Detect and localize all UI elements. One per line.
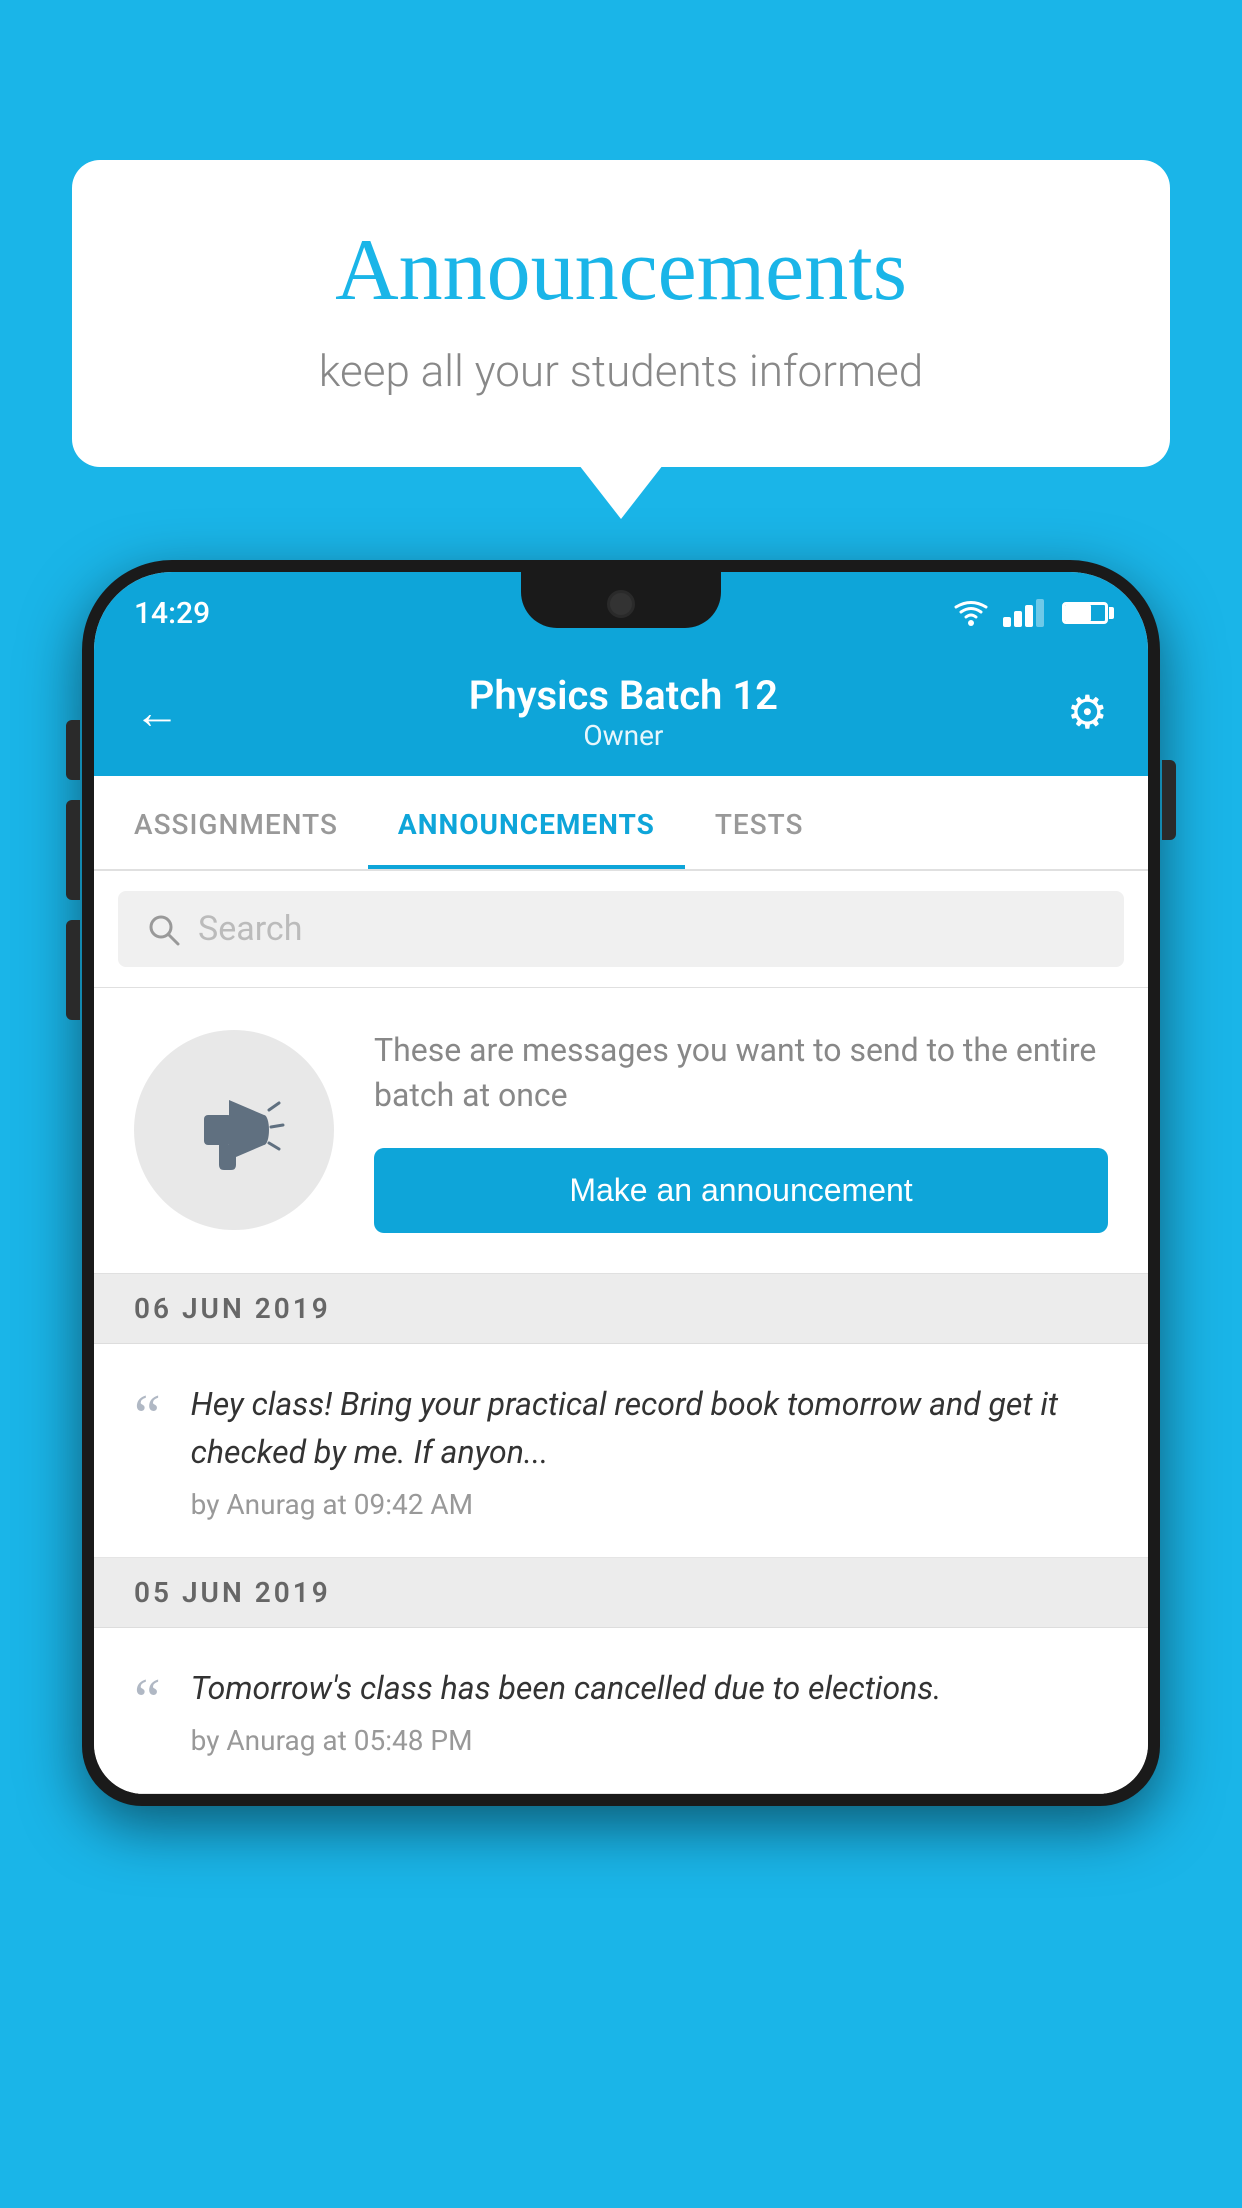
date-separator-1: 05 JUN 2019	[94, 1558, 1148, 1628]
phone-mockup: 14:29	[82, 560, 1160, 2208]
tab-bar: ASSIGNMENTS ANNOUNCEMENTS TESTS	[94, 776, 1148, 871]
search-placeholder: Search	[198, 909, 302, 949]
announcement-text-0: Hey class! Bring your practical record b…	[191, 1380, 1108, 1476]
battery-icon	[1062, 602, 1108, 624]
speech-bubble-container: Announcements keep all your students inf…	[72, 160, 1170, 467]
gear-icon[interactable]: ⚙	[1067, 685, 1108, 740]
empty-state-content: These are messages you want to send to t…	[374, 1028, 1108, 1233]
announcement-content-0: Hey class! Bring your practical record b…	[191, 1380, 1108, 1521]
search-icon	[146, 912, 180, 946]
speech-bubble: Announcements keep all your students inf…	[72, 160, 1170, 467]
announcement-item-1[interactable]: “ Tomorrow's class has been cancelled du…	[94, 1628, 1148, 1794]
empty-state-description: These are messages you want to send to t…	[374, 1028, 1108, 1118]
empty-state: These are messages you want to send to t…	[94, 988, 1148, 1274]
tab-tests[interactable]: TESTS	[685, 776, 834, 869]
announcement-meta-0: by Anurag at 09:42 AM	[191, 1488, 1108, 1521]
status-icons	[953, 599, 1108, 627]
speech-bubble-subtitle: keep all your students informed	[152, 345, 1090, 397]
date-separator-0: 06 JUN 2019	[94, 1274, 1148, 1344]
phone-camera	[607, 590, 635, 618]
wifi-icon	[953, 600, 989, 626]
empty-icon-circle	[134, 1030, 334, 1230]
phone-notch	[521, 572, 721, 628]
announcement-item-0[interactable]: “ Hey class! Bring your practical record…	[94, 1344, 1148, 1558]
megaphone-icon	[179, 1075, 289, 1185]
search-container: Search	[94, 871, 1148, 988]
make-announcement-button[interactable]: Make an announcement	[374, 1148, 1108, 1233]
volume-down-button	[66, 920, 80, 1020]
header-subtitle: Owner	[469, 719, 778, 752]
mute-button	[66, 720, 80, 780]
announcement-meta-1: by Anurag at 05:48 PM	[191, 1724, 1108, 1757]
phone-screen: 14:29	[94, 572, 1148, 1794]
status-time: 14:29	[134, 596, 210, 631]
app-header: ← Physics Batch 12 Owner ⚙	[94, 644, 1148, 776]
announcement-text-1: Tomorrow's class has been cancelled due …	[191, 1664, 1108, 1712]
signal-icon	[1003, 599, 1044, 627]
phone-outer: 14:29	[82, 560, 1160, 1806]
power-button	[1162, 760, 1176, 840]
announcement-content-1: Tomorrow's class has been cancelled due …	[191, 1664, 1108, 1757]
quote-icon-1: “	[134, 1670, 161, 1730]
speech-bubble-title: Announcements	[152, 220, 1090, 321]
tab-assignments[interactable]: ASSIGNMENTS	[104, 776, 368, 869]
volume-up-button	[66, 800, 80, 900]
search-bar[interactable]: Search	[118, 891, 1124, 967]
header-title: Physics Batch 12	[469, 672, 778, 719]
quote-icon-0: “	[134, 1386, 161, 1446]
back-button[interactable]: ←	[134, 685, 180, 740]
header-title-group: Physics Batch 12 Owner	[469, 672, 778, 752]
tab-announcements[interactable]: ANNOUNCEMENTS	[368, 776, 685, 869]
